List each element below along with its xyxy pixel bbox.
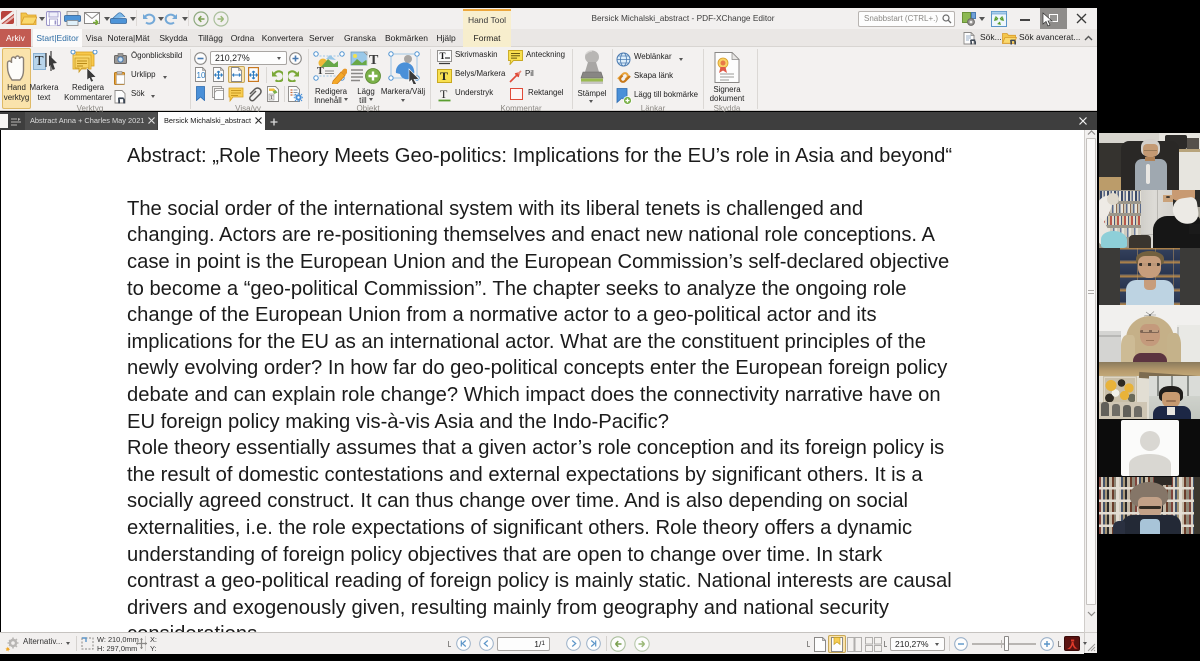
svg-text:T: T <box>440 51 446 61</box>
svg-text:T: T <box>317 66 324 77</box>
svg-text:10: 10 <box>197 71 206 80</box>
svg-text:T: T <box>369 53 379 68</box>
svg-text:T: T <box>440 87 448 101</box>
